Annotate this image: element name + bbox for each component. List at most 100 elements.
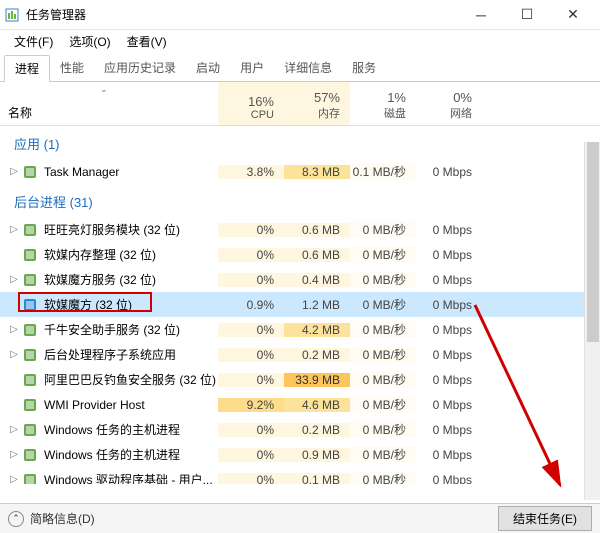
tab-processes[interactable]: 进程 [4,55,50,82]
table-row[interactable]: ▷软媒魔方服务 (32 位)0%0.4 MB0 MB/秒0 Mbps [0,267,600,292]
tab-app-history[interactable]: 应用历史记录 [94,55,186,81]
process-icon [22,447,38,463]
process-icon [22,164,38,180]
expand-icon[interactable]: ▷ [8,324,20,335]
disk-value: 0 MB/秒 [350,221,416,238]
mem-value: 33.9 MB [284,373,350,387]
process-name: Windows 驱动程序基础 - 用户... [44,471,213,484]
net-value: 0 Mbps [416,223,482,237]
sort-arrow-icon: ⌄ [100,84,108,95]
cpu-value: 0.9% [218,298,284,312]
maximize-button[interactable]: ☐ [504,0,550,30]
expand-icon[interactable]: ▷ [8,224,20,235]
process-icon [22,272,38,288]
menu-view[interactable]: 查看(V) [119,31,175,52]
table-row[interactable]: ▷软媒魔方 (32 位)0.9%1.2 MB0 MB/秒0 Mbps [0,292,600,317]
net-value: 0 Mbps [416,248,482,262]
mem-value: 4.2 MB [284,323,350,337]
table-row[interactable]: ▷Task Manager3.8%8.3 MB0.1 MB/秒0 Mbps [0,159,600,184]
process-icon [22,347,38,363]
process-icon [22,397,38,413]
cpu-value: 0% [218,423,284,437]
expand-icon[interactable]: ▷ [8,166,20,177]
footer: ⌃ 简略信息(D) 结束任务(E) [0,503,600,533]
table-row[interactable]: ▷Windows 驱动程序基础 - 用户...0%0.1 MB0 MB/秒0 M… [0,467,600,484]
process-name: Windows 任务的主机进程 [44,446,180,463]
table-row[interactable]: ▷旺旺亮灯服务模块 (32 位)0%0.6 MB0 MB/秒0 Mbps [0,217,600,242]
cpu-value: 0% [218,223,284,237]
process-name: Task Manager [44,165,119,179]
table-row[interactable]: ▷WMI Provider Host9.2%4.6 MB0 MB/秒0 Mbps [0,392,600,417]
table-row[interactable]: ▷Windows 任务的主机进程0%0.9 MB0 MB/秒0 Mbps [0,442,600,467]
disk-value: 0 MB/秒 [350,371,416,388]
menu-options[interactable]: 选项(O) [61,31,118,52]
header-cpu-label: CPU [218,109,274,121]
close-button[interactable]: ✕ [550,0,596,30]
chevron-up-icon: ⌃ [8,511,24,527]
titlebar: 任务管理器 ─ ☐ ✕ [0,0,600,30]
scrollbar[interactable] [584,142,600,500]
header-disk-pct: 1% [350,90,406,105]
menu-file[interactable]: 文件(F) [6,31,61,52]
column-headers: ⌄ 名称 16% CPU 57% 内存 1% 磁盘 0% 网络 [0,82,600,126]
net-value: 0 Mbps [416,448,482,462]
process-icon [22,222,38,238]
disk-value: 0.1 MB/秒 [350,163,416,180]
header-cpu[interactable]: 16% CPU [218,82,284,125]
expand-icon[interactable]: ▷ [8,349,20,360]
app-icon [4,7,20,23]
disk-value: 0 MB/秒 [350,471,416,484]
process-icon [22,422,38,438]
tab-startup[interactable]: 启动 [186,55,230,81]
disk-value: 0 MB/秒 [350,296,416,313]
process-name: 阿里巴巴反钓鱼安全服务 (32 位) [44,371,216,388]
tab-services[interactable]: 服务 [342,55,386,81]
tab-users[interactable]: 用户 [230,55,274,81]
tab-details[interactable]: 详细信息 [274,55,342,81]
cpu-value: 3.8% [218,165,284,179]
process-name: 软媒魔方服务 (32 位) [44,271,156,288]
mem-value: 4.6 MB [284,398,350,412]
header-memory[interactable]: 57% 内存 [284,82,350,125]
expand-icon[interactable]: ▷ [8,449,20,460]
cpu-value: 0% [218,448,284,462]
end-task-button[interactable]: 结束任务(E) [498,506,592,531]
cpu-value: 0% [218,273,284,287]
net-value: 0 Mbps [416,273,482,287]
expand-icon[interactable]: ▷ [8,424,20,435]
table-row[interactable]: ▷阿里巴巴反钓鱼安全服务 (32 位)0%33.9 MB0 MB/秒0 Mbps [0,367,600,392]
expand-icon[interactable]: ▷ [8,274,20,285]
expand-icon[interactable]: ▷ [8,474,20,484]
cpu-value: 9.2% [218,398,284,412]
process-name: 旺旺亮灯服务模块 (32 位) [44,221,180,238]
cpu-value: 0% [218,348,284,362]
header-disk[interactable]: 1% 磁盘 [350,82,416,125]
mem-value: 0.6 MB [284,248,350,262]
disk-value: 0 MB/秒 [350,246,416,263]
net-value: 0 Mbps [416,373,482,387]
mem-value: 0.9 MB [284,448,350,462]
scroll-thumb[interactable] [587,142,599,342]
table-row[interactable]: ▷后台处理程序子系统应用0%0.2 MB0 MB/秒0 Mbps [0,342,600,367]
header-net-pct: 0% [416,90,472,105]
net-value: 0 Mbps [416,323,482,337]
header-cpu-pct: 16% [218,94,274,109]
net-value: 0 Mbps [416,348,482,362]
net-value: 0 Mbps [416,398,482,412]
table-row[interactable]: ▷软媒内存整理 (32 位)0%0.6 MB0 MB/秒0 Mbps [0,242,600,267]
table-row[interactable]: ▷千牛安全助手服务 (32 位)0%4.2 MB0 MB/秒0 Mbps [0,317,600,342]
mem-value: 0.1 MB [284,473,350,485]
header-network[interactable]: 0% 网络 [416,82,482,125]
table-row[interactable]: ▷Windows 任务的主机进程0%0.2 MB0 MB/秒0 Mbps [0,417,600,442]
mem-value: 0.2 MB [284,348,350,362]
mem-value: 8.3 MB [284,165,350,179]
fewer-details-button[interactable]: ⌃ 简略信息(D) [8,510,95,527]
tab-performance[interactable]: 性能 [50,55,94,81]
net-value: 0 Mbps [416,423,482,437]
process-group: 后台进程 (31) [0,184,600,217]
mem-value: 1.2 MB [284,298,350,312]
header-name[interactable]: ⌄ 名称 [0,82,218,125]
cpu-value: 0% [218,373,284,387]
minimize-button[interactable]: ─ [458,0,504,30]
disk-value: 0 MB/秒 [350,396,416,413]
